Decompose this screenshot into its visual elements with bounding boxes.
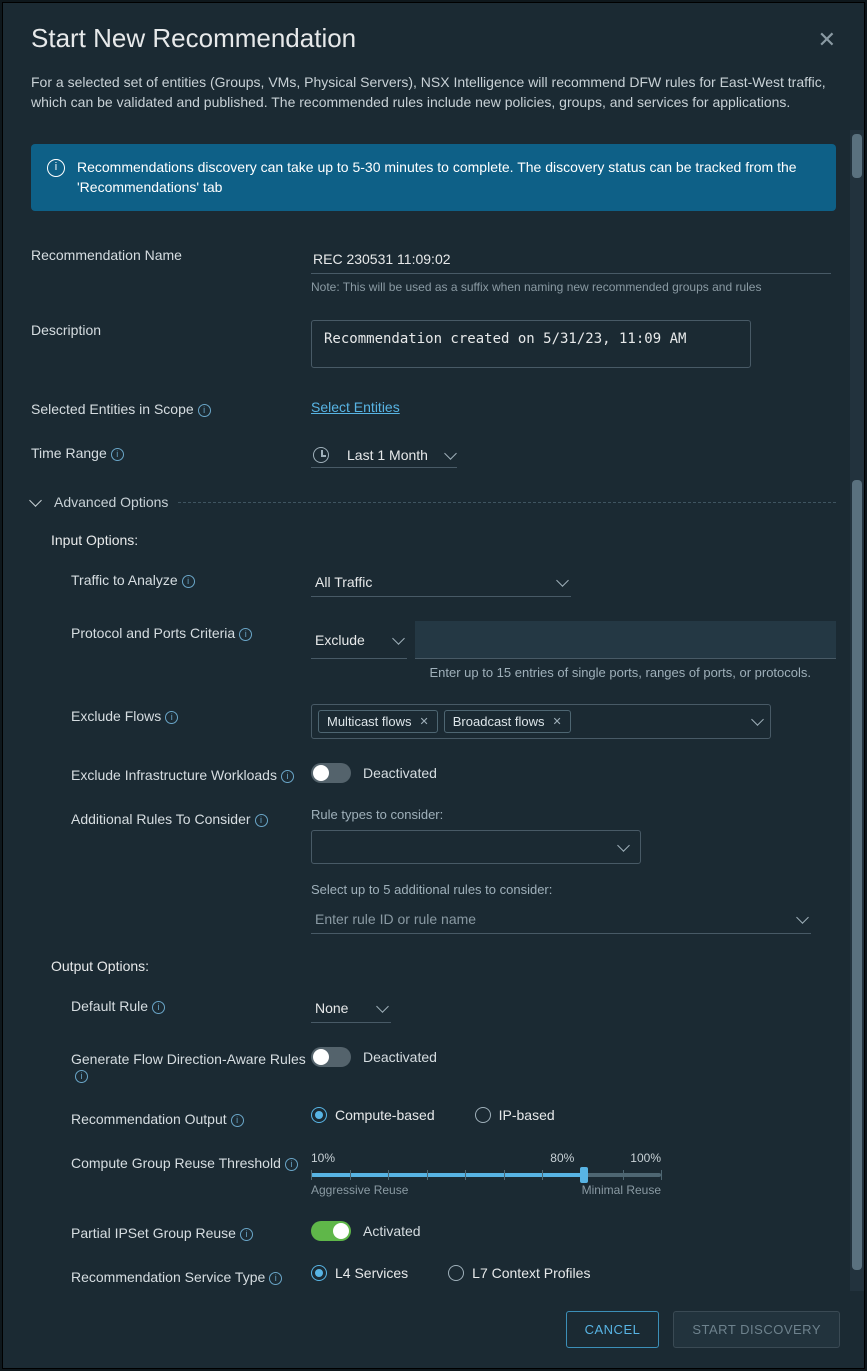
chevron-down-icon: [370, 1000, 387, 1016]
dialog-body: i Recommendations discovery can take up …: [3, 130, 864, 1291]
chevron-down-icon: [386, 632, 403, 648]
info-icon[interactable]: [269, 1272, 282, 1285]
rec-name-input[interactable]: [311, 245, 831, 274]
advanced-options-toggle[interactable]: Advanced Options: [31, 494, 836, 510]
radio-dot-icon: [311, 1107, 327, 1123]
info-icon[interactable]: [239, 628, 252, 641]
label-entities: Selected Entities in Scope: [31, 399, 311, 417]
traffic-select[interactable]: All Traffic: [311, 568, 571, 597]
rec-name-note: Note: This will be used as a suffix when…: [311, 280, 836, 294]
info-icon[interactable]: [111, 448, 124, 461]
input-options-header: Input Options:: [51, 532, 836, 548]
info-banner: i Recommendations discovery can take up …: [31, 144, 836, 211]
scrollbar-thumb[interactable]: [852, 134, 862, 178]
cancel-button[interactable]: CANCEL: [566, 1311, 660, 1348]
dialog-intro: For a selected set of entities (Groups, …: [3, 73, 864, 130]
label-protocol: Protocol and Ports Criteria: [71, 621, 311, 641]
chevron-down-icon: [31, 494, 44, 510]
info-icon[interactable]: [281, 770, 294, 783]
chip-remove-icon[interactable]: ✕: [420, 715, 429, 728]
output-options-header: Output Options:: [51, 958, 836, 974]
info-banner-text: Recommendations discovery can take up to…: [77, 158, 820, 197]
dialog-footer: CANCEL START DISCOVERY: [3, 1291, 864, 1368]
label-flow-direction: Generate Flow Direction-Aware Rules: [71, 1047, 311, 1083]
info-icon[interactable]: [165, 711, 178, 724]
rule-types-label: Rule types to consider:: [311, 807, 836, 822]
clock-icon: [313, 447, 329, 463]
select-entities-link[interactable]: Select Entities: [311, 399, 400, 415]
dialog: Start New Recommendation ✕ For a selecte…: [2, 2, 865, 1369]
chevron-down-icon: [550, 574, 567, 590]
chevron-down-icon: [611, 839, 628, 855]
chip-broadcast: Broadcast flows✕: [444, 710, 571, 733]
radio-compute-based[interactable]: Compute-based: [311, 1107, 435, 1123]
exclude-infra-toggle[interactable]: [311, 763, 351, 783]
toggle-state-label: Deactivated: [363, 1049, 437, 1065]
chevron-down-icon[interactable]: [745, 713, 762, 731]
slider-handle[interactable]: [580, 1167, 588, 1183]
rule-types-select[interactable]: [311, 830, 641, 864]
partial-ipset-toggle[interactable]: [311, 1221, 351, 1241]
label-exclude-flows: Exclude Flows: [71, 704, 311, 724]
info-icon[interactable]: [255, 814, 268, 827]
radio-l7-context[interactable]: L7 Context Profiles: [448, 1265, 590, 1281]
label-rec-output: Recommendation Output: [71, 1107, 311, 1127]
label-compute-threshold: Compute Group Reuse Threshold: [71, 1151, 311, 1171]
label-exclude-infra: Exclude Infrastructure Workloads: [71, 763, 311, 783]
label-traffic: Traffic to Analyze: [71, 568, 311, 588]
chevron-down-icon: [438, 447, 455, 463]
start-discovery-button[interactable]: START DISCOVERY: [673, 1311, 840, 1348]
radio-dot-icon: [311, 1265, 327, 1281]
close-icon[interactable]: ✕: [818, 23, 836, 53]
toggle-state-label: Deactivated: [363, 765, 437, 781]
protocol-hint: Enter up to 15 entries of single ports, …: [311, 665, 811, 680]
toggle-state-label: Activated: [363, 1223, 421, 1239]
info-icon[interactable]: [75, 1070, 88, 1083]
info-icon: i: [47, 159, 65, 177]
info-icon[interactable]: [285, 1158, 298, 1171]
chip-multicast: Multicast flows✕: [318, 710, 438, 733]
info-icon[interactable]: [182, 575, 195, 588]
scrollbar[interactable]: [850, 130, 864, 1291]
info-icon[interactable]: [231, 1114, 244, 1127]
dialog-header: Start New Recommendation ✕: [3, 3, 864, 73]
reuse-threshold-slider[interactable]: 10% 80% 100%: [311, 1151, 661, 1197]
label-partial-ipset: Partial IPSet Group Reuse: [71, 1221, 311, 1241]
rule-id-input[interactable]: Enter rule ID or rule name: [311, 905, 811, 934]
radio-dot-icon: [475, 1107, 491, 1123]
chevron-down-icon: [790, 911, 807, 927]
info-icon[interactable]: [152, 1001, 165, 1014]
radio-l4-services[interactable]: L4 Services: [311, 1265, 408, 1281]
exclude-flows-chips[interactable]: Multicast flows✕ Broadcast flows✕: [311, 704, 771, 739]
label-description: Description: [31, 320, 311, 338]
flow-direction-toggle[interactable]: [311, 1047, 351, 1067]
label-rec-service-type: Recommendation Service Type: [71, 1265, 311, 1285]
label-time-range: Time Range: [31, 443, 311, 461]
chip-remove-icon[interactable]: ✕: [553, 715, 562, 728]
radio-dot-icon: [448, 1265, 464, 1281]
label-default-rule: Default Rule: [71, 994, 311, 1014]
radio-ip-based[interactable]: IP-based: [475, 1107, 555, 1123]
info-icon[interactable]: [240, 1228, 253, 1241]
default-rule-select[interactable]: None: [311, 994, 391, 1023]
protocol-mode-select[interactable]: Exclude: [311, 621, 407, 659]
description-input[interactable]: [311, 320, 751, 368]
label-additional-rules: Additional Rules To Consider: [71, 807, 311, 827]
protocol-entry-input[interactable]: [415, 621, 836, 659]
dialog-title: Start New Recommendation: [31, 23, 818, 54]
scrollbar-thumb[interactable]: [852, 480, 862, 1270]
select-up-to-5-label: Select up to 5 additional rules to consi…: [311, 882, 836, 897]
label-rec-name: Recommendation Name: [31, 245, 311, 263]
time-range-select[interactable]: Last 1 Month: [311, 443, 457, 468]
info-icon[interactable]: [198, 404, 211, 417]
